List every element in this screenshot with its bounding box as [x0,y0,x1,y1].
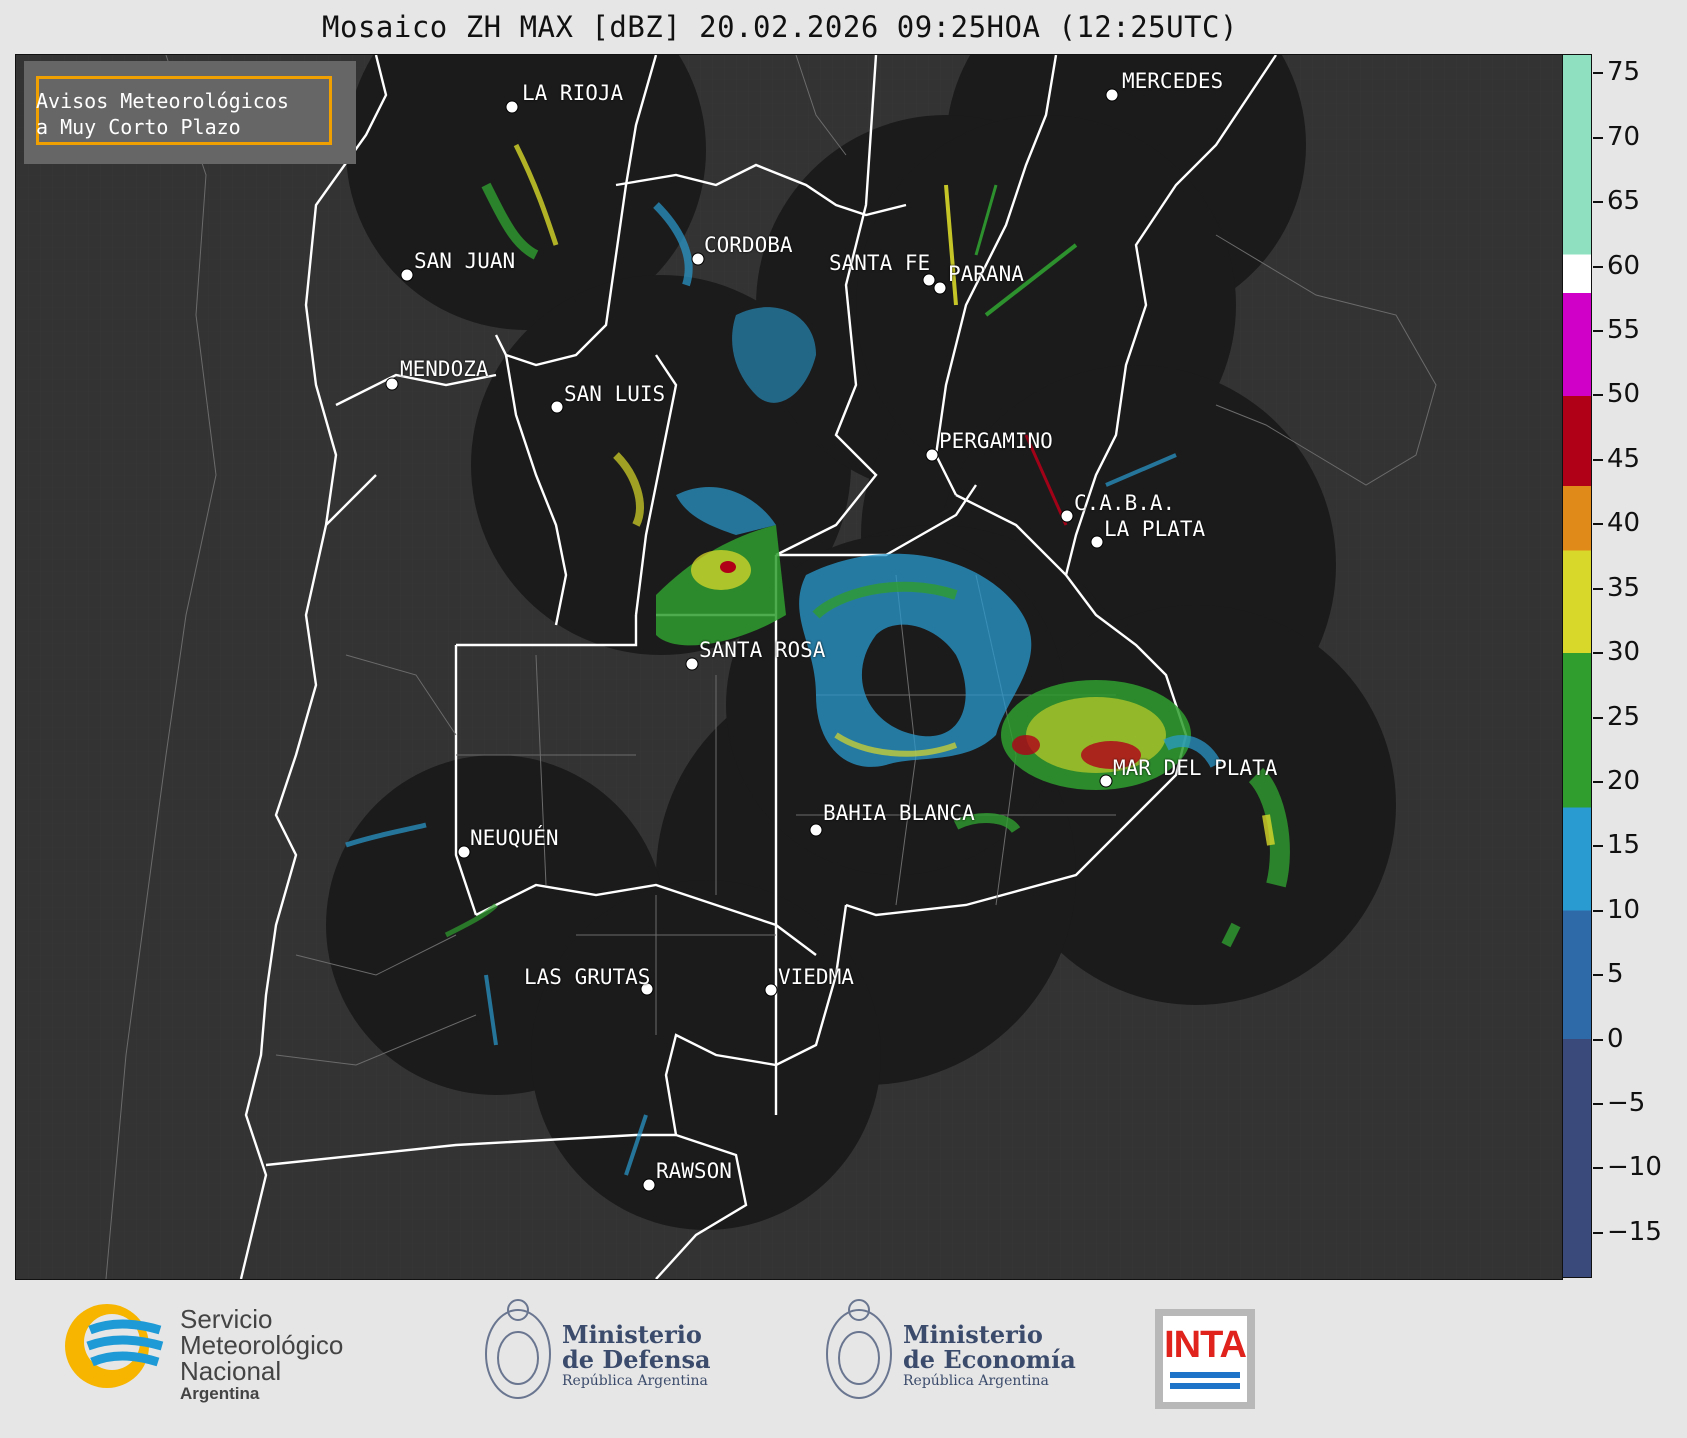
city-label: VIEDMA [778,965,854,989]
city-label: PERGAMINO [939,429,1053,453]
colorbar-tick-label: −15 [1607,1216,1662,1247]
colorbar-tick-label: −10 [1607,1152,1662,1183]
colorbar-tick-mark [1593,716,1603,719]
colorbar-tick-mark [1593,587,1603,590]
colorbar-tick-label: 70 [1607,121,1641,152]
city-label: LAS GRUTAS [524,965,651,989]
city-label: C.A.B.A. [1074,491,1176,515]
notice-line-1: Avisos Meteorológicos [36,89,289,113]
colorbar [1562,54,1592,1278]
colorbar-tick-mark [1593,394,1603,397]
map-title: Mosaico ZH MAX [dBZ] 20.02.2026 09:25HOA… [322,10,1238,44]
city-label: LA PLATA [1104,517,1206,541]
colorbar-tick-mark [1593,845,1603,848]
colorbar-tick-label: 20 [1607,765,1641,796]
city-label: PARANA [948,262,1024,286]
radar-map[interactable]: Avisos Meteorológicos a Muy Corto Plazo … [15,54,1563,1280]
colorbar-tick-mark [1593,330,1603,332]
colorbar-tick-mark [1593,523,1603,526]
colorbar-tick-mark [1593,265,1603,268]
footer-logos: Servicio Meteorológico Nacional Argentin… [0,1282,1687,1438]
colorbar-tick-label: 35 [1607,572,1641,603]
city-label: RAWSON [656,1159,732,1183]
colorbar-tick-mark [1593,1103,1603,1106]
smn-logo-icon [65,1304,164,1388]
city-label: CORDOBA [704,233,793,257]
city-label: NEUQUÉN [470,826,559,850]
colorbar-tick-label: 45 [1607,443,1641,474]
colorbar-tick-label: 10 [1607,894,1641,925]
inta-label: INTA [1164,1324,1247,1366]
colorbar-tick-label: 15 [1607,830,1641,861]
city-label: SAN JUAN [414,249,516,273]
colorbar-tick-mark [1593,458,1603,461]
colorbar-tick-mark [1593,136,1603,139]
colorbar-tick-label: 40 [1607,508,1641,539]
colorbar-tick-mark [1593,909,1603,912]
city-label: SAN LUIS [564,382,666,406]
colorbar-tick-label: 60 [1607,250,1641,281]
smn-name: Servicio Meteorológico Nacional Argentin… [180,1304,344,1403]
colorbar-tick-label: 75 [1607,57,1641,88]
colorbar-tick-mark [1593,1167,1603,1170]
colorbar-tick-label: −5 [1607,1088,1646,1119]
colorbar-tick-mark [1593,72,1603,75]
defensa-seal-icon [485,1299,551,1399]
city-label: MERCEDES [1122,69,1224,93]
colorbar-tick-label: 5 [1607,959,1624,990]
economia-name: Ministerio de Economía República Argenti… [903,1320,1076,1389]
city-label: MAR DEL PLATA [1113,756,1278,780]
colorbar-tick-mark [1593,1038,1603,1041]
city-label: BAHIA BLANCA [823,801,975,825]
city-label: LA RIOJA [522,81,624,105]
colorbar-tick-mark [1593,201,1603,204]
notice-panel[interactable]: Avisos Meteorológicos a Muy Corto Plazo [24,61,356,164]
colorbar-tick-mark [1593,652,1603,655]
colorbar-tick-mark [1593,780,1603,783]
economia-seal-icon [826,1299,892,1399]
defensa-name: Ministerio de Defensa República Argentin… [562,1320,711,1389]
colorbar-tick-mark [1593,974,1603,977]
colorbar-tick-label: 65 [1607,186,1641,217]
city-label: SANTA FE [829,251,931,275]
colorbar-tick-label: 30 [1607,637,1641,668]
colorbar-tick-label: 55 [1607,315,1641,345]
colorbar-tick-mark [1593,1231,1603,1234]
city-label: SANTA ROSA [699,638,826,662]
notice-line-2: a Muy Corto Plazo [36,115,241,139]
city-label: MENDOZA [400,357,489,381]
colorbar-tick-label: 50 [1607,379,1641,410]
colorbar-tick-label: 0 [1607,1023,1624,1054]
colorbar-tick-label: 25 [1607,701,1641,732]
